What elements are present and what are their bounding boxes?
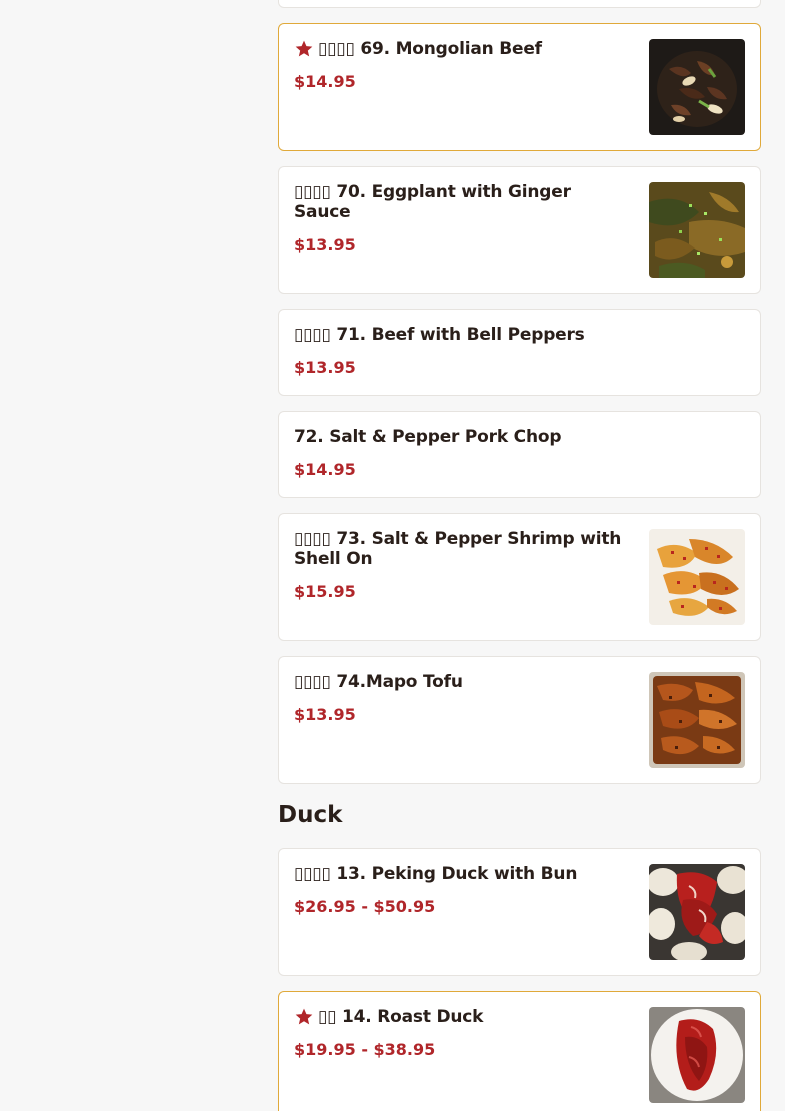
menu-item-title: ▯▯ 14. Roast Duck [294, 1007, 624, 1027]
menu-item-text: ▯▯▯▯ 73. Salt & Pepper Shrimp with Shell… [294, 529, 624, 601]
menu-item-price: $26.95 - $50.95 [294, 897, 436, 916]
menu-item-price: $13.95 [294, 705, 356, 724]
menu-item-card[interactable]: ▯▯▯▯ 70. Eggplant with Ginger Sauce $13.… [278, 166, 761, 294]
menu-column: ▯▯▯▯ 69. Mongolian Beef $14.95 ▯▯▯▯ 70. … [278, 0, 761, 1111]
star-icon [295, 1008, 313, 1025]
menu-page: ▯▯▯▯ 69. Mongolian Beef $14.95 ▯▯▯▯ 70. … [0, 0, 785, 1111]
star-icon [295, 40, 313, 57]
menu-item-title: ▯▯▯▯ 70. Eggplant with Ginger Sauce [294, 182, 624, 222]
menu-item-price: $19.95 - $38.95 [294, 1040, 436, 1059]
menu-item-card-partial[interactable] [278, 0, 761, 8]
menu-item-text: ▯▯▯▯ 74.Mapo Tofu $13.95 [294, 672, 624, 724]
mongolian-beef-photo[interactable] [649, 39, 745, 135]
menu-item-card[interactable]: ▯▯▯▯ 69. Mongolian Beef $14.95 [278, 23, 761, 151]
menu-item-title: ▯▯▯▯ 69. Mongolian Beef [294, 39, 624, 59]
menu-item-card[interactable]: ▯▯▯▯ 74.Mapo Tofu $13.95 [278, 656, 761, 784]
menu-item-price: $15.95 [294, 582, 356, 601]
menu-item-text: ▯▯▯▯ 69. Mongolian Beef $14.95 [294, 39, 624, 91]
menu-item-title-text: ▯▯▯▯ 74.Mapo Tofu [294, 672, 463, 692]
menu-item-card[interactable]: ▯▯▯▯ 73. Salt & Pepper Shrimp with Shell… [278, 513, 761, 641]
menu-item-title-text: 72. Salt & Pepper Pork Chop [294, 427, 562, 447]
menu-item-text: ▯▯ 14. Roast Duck $19.95 - $38.95 [294, 1007, 624, 1059]
mapo-tofu-photo[interactable] [649, 672, 745, 768]
shrimp-photo[interactable] [649, 529, 745, 625]
eggplant-photo[interactable] [649, 182, 745, 278]
menu-item-title: ▯▯▯▯ 13. Peking Duck with Bun [294, 864, 624, 884]
menu-item-title: ▯▯▯▯ 71. Beef with Bell Peppers [294, 325, 744, 345]
menu-item-text: 72. Salt & Pepper Pork Chop $14.95 [294, 427, 744, 479]
menu-item-card[interactable]: ▯▯▯▯ 71. Beef with Bell Peppers $13.95 [278, 309, 761, 396]
menu-item-price: $13.95 [294, 358, 356, 377]
menu-item-title-text: ▯▯ 14. Roast Duck [318, 1007, 484, 1027]
menu-item-price: $14.95 [294, 72, 356, 91]
menu-item-title: ▯▯▯▯ 74.Mapo Tofu [294, 672, 624, 692]
menu-item-title-text: ▯▯▯▯ 71. Beef with Bell Peppers [294, 325, 585, 345]
menu-item-title-text: ▯▯▯▯ 70. Eggplant with Ginger Sauce [294, 182, 571, 222]
menu-item-price: $14.95 [294, 460, 356, 479]
menu-item-card[interactable]: ▯▯ 14. Roast Duck $19.95 - $38.95 [278, 991, 761, 1111]
menu-item-text: ▯▯▯▯ 70. Eggplant with Ginger Sauce $13.… [294, 182, 624, 254]
menu-item-title: ▯▯▯▯ 73. Salt & Pepper Shrimp with Shell… [294, 529, 624, 569]
menu-item-card[interactable]: 72. Salt & Pepper Pork Chop $14.95 [278, 411, 761, 498]
menu-item-text: ▯▯▯▯ 13. Peking Duck with Bun $26.95 - $… [294, 864, 624, 916]
peking-duck-photo[interactable] [649, 864, 745, 960]
menu-item-card[interactable]: ▯▯▯▯ 13. Peking Duck with Bun $26.95 - $… [278, 848, 761, 976]
menu-item-title-text: ▯▯▯▯ 13. Peking Duck with Bun [294, 864, 578, 884]
roast-duck-photo[interactable] [649, 1007, 745, 1103]
section-heading-duck: Duck [278, 802, 343, 828]
menu-item-title: 72. Salt & Pepper Pork Chop [294, 427, 744, 447]
menu-item-title-text: ▯▯▯▯ 73. Salt & Pepper Shrimp with Shell… [294, 529, 622, 569]
menu-item-price: $13.95 [294, 235, 356, 254]
menu-item-title-text: ▯▯▯▯ 69. Mongolian Beef [318, 39, 542, 59]
menu-item-text: ▯▯▯▯ 71. Beef with Bell Peppers $13.95 [294, 325, 744, 377]
